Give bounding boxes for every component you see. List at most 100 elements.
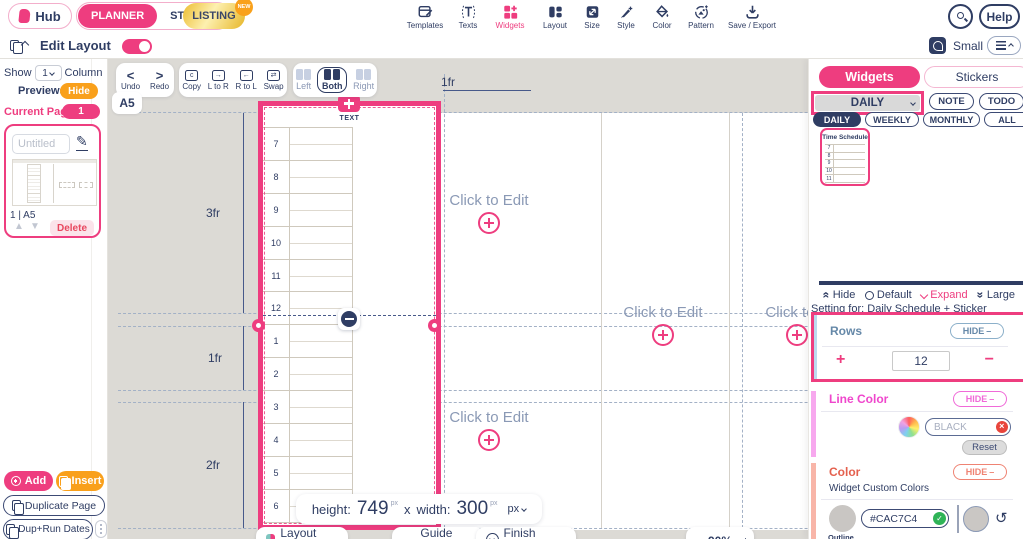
line-color-hide-button[interactable]: HIDE –: [953, 391, 1007, 407]
hex-input-wrap: ✓: [861, 509, 949, 528]
pattern-button[interactable]: Pattern: [682, 1, 720, 31]
hub-button[interactable]: Hub: [8, 3, 72, 29]
help-button[interactable]: Help: [979, 4, 1020, 29]
listing-button[interactable]: LISTING NEW: [183, 0, 253, 29]
height-unit: px: [390, 500, 398, 507]
collapse-panel-button[interactable]: [10, 36, 36, 54]
category-dropdown[interactable]: DAILY: [815, 95, 920, 111]
columns-select[interactable]: 1: [34, 65, 62, 81]
color-button[interactable]: Color: [646, 1, 678, 31]
edit-layout-toggle[interactable]: [122, 39, 152, 54]
time-schedule-widget-card[interactable]: Time Schedule 7 8 9 10 11: [820, 128, 870, 186]
texts-button[interactable]: Texts: [452, 1, 484, 31]
zoom-out-button[interactable]: −: [691, 534, 698, 539]
current-color-swatch[interactable]: [963, 506, 989, 532]
rainbow-color-picker[interactable]: [898, 416, 920, 438]
schedule-row: 4: [263, 424, 352, 457]
layout-button[interactable]: Layout: [536, 1, 574, 31]
side-left-button[interactable]: Left: [295, 69, 312, 91]
save-export-button[interactable]: Save / Export: [724, 1, 780, 31]
preview-row: 10: [825, 167, 865, 176]
filter-monthly[interactable]: MONTHLY: [923, 112, 980, 127]
add-widget-tab[interactable]: [338, 95, 360, 112]
divider: [821, 411, 1013, 412]
add-widget-button[interactable]: [478, 429, 500, 451]
remove-row-button[interactable]: [338, 308, 360, 330]
reset-rotate-icon[interactable]: ↺: [995, 509, 1008, 527]
chevron-down-icon: [521, 506, 528, 512]
tab-stickers[interactable]: Stickers: [924, 66, 1023, 88]
redo-button[interactable]: > Redo: [150, 67, 169, 91]
widgets-button[interactable]: Widgets: [488, 1, 532, 31]
circle-icon: [864, 290, 874, 300]
selected-column[interactable]: TEXT 7 8 9 10 11 12 1 2 3 4 5 6: [258, 101, 441, 530]
tab-widgets[interactable]: Widgets: [819, 66, 920, 88]
add-page-button[interactable]: Add: [4, 471, 53, 491]
unit-select[interactable]: px: [508, 503, 528, 515]
copy-button[interactable]: c Copy: [182, 69, 201, 91]
page-card[interactable]: ✎ 1 | A5 ▲ ▼ Delete: [4, 124, 101, 238]
rows-decrease-button[interactable]: −: [985, 351, 994, 369]
more-options-button[interactable]: [95, 520, 107, 538]
widget-preview-body: 7 8 9 10 11: [825, 144, 865, 183]
view-default-button[interactable]: Default: [864, 289, 912, 301]
note-button[interactable]: NOTE: [929, 93, 974, 110]
side-both-button[interactable]: Both: [316, 67, 348, 93]
style-button[interactable]: Style: [610, 1, 642, 31]
layout-colors-button[interactable]: Layout Colors: [256, 526, 348, 539]
zoom-in-button[interactable]: +: [742, 534, 749, 539]
size-button[interactable]: Size: [578, 1, 606, 31]
finish-layout-button[interactable]: Finish Layout: [476, 526, 576, 539]
insert-page-button[interactable]: Insert: [56, 471, 104, 491]
edit-title-icon[interactable]: ✎: [76, 133, 88, 151]
todo-button[interactable]: TODO: [979, 93, 1023, 110]
panel-style-icon[interactable]: [929, 37, 946, 54]
page-side-group: Left Both Right: [293, 63, 377, 97]
color-hide-button[interactable]: HIDE –: [953, 464, 1007, 480]
density-settings-button[interactable]: [987, 36, 1021, 55]
swap-button[interactable]: ⇄ Swap: [264, 69, 284, 91]
clear-color-icon[interactable]: ×: [995, 420, 1008, 434]
page-meta: 1 | A5: [10, 210, 36, 221]
confirm-color-icon[interactable]: ✓: [933, 511, 946, 525]
hour-label: 9: [825, 160, 834, 167]
chevron-right-icon: >: [155, 67, 164, 83]
l-to-r-button[interactable]: → L to R: [208, 69, 229, 91]
duplicate-page-button[interactable]: Duplicate Page: [3, 495, 105, 516]
resize-handle-right[interactable]: [428, 319, 441, 332]
view-expand-button[interactable]: Expand: [920, 289, 968, 301]
page-thumbnail[interactable]: [12, 159, 97, 206]
resize-handle-left[interactable]: [252, 319, 265, 332]
side-right-button[interactable]: Right: [353, 69, 374, 91]
guide-lines-button[interactable]: Guide Lines: [392, 526, 484, 539]
previews-hide-button[interactable]: Hide: [60, 83, 98, 99]
add-widget-button[interactable]: [478, 212, 500, 234]
filter-daily[interactable]: DAILY: [813, 112, 861, 127]
outline-color-swatch[interactable]: [829, 505, 856, 532]
filter-weekly[interactable]: WEEKLY: [865, 112, 919, 127]
search-button[interactable]: [948, 4, 973, 29]
view-large-button[interactable]: » Large: [974, 289, 1015, 301]
rows-count-input[interactable]: [892, 351, 950, 371]
row-bracket: [243, 326, 244, 390]
move-down-button[interactable]: ▼: [30, 221, 40, 232]
page-title-input[interactable]: [12, 134, 70, 154]
dup-run-dates-button[interactable]: Dup+Run Dates: [3, 519, 93, 539]
line-color-reset-button[interactable]: Reset: [962, 440, 1007, 455]
view-hide-button[interactable]: «Hide: [819, 289, 855, 301]
width-value[interactable]: 300: [456, 498, 488, 520]
delete-page-button[interactable]: Delete: [50, 220, 94, 236]
r-to-l-button[interactable]: ← R to L: [236, 69, 257, 91]
column-size-pill[interactable]: height: 749 px x width: 300 px px: [296, 494, 542, 524]
templates-button[interactable]: Templates: [402, 1, 448, 31]
color-title: Color: [829, 465, 861, 479]
height-value[interactable]: 749: [357, 498, 389, 520]
add-widget-button[interactable]: [786, 324, 808, 346]
add-widget-button[interactable]: [652, 324, 674, 346]
undo-button[interactable]: < Undo: [121, 69, 140, 91]
filter-all[interactable]: ALL: [984, 112, 1023, 127]
planner-tab[interactable]: PLANNER: [78, 4, 158, 28]
move-up-button[interactable]: ▲: [14, 221, 24, 232]
rows-increase-button[interactable]: +: [836, 351, 845, 369]
rows-hide-button[interactable]: HIDE –: [950, 323, 1004, 339]
